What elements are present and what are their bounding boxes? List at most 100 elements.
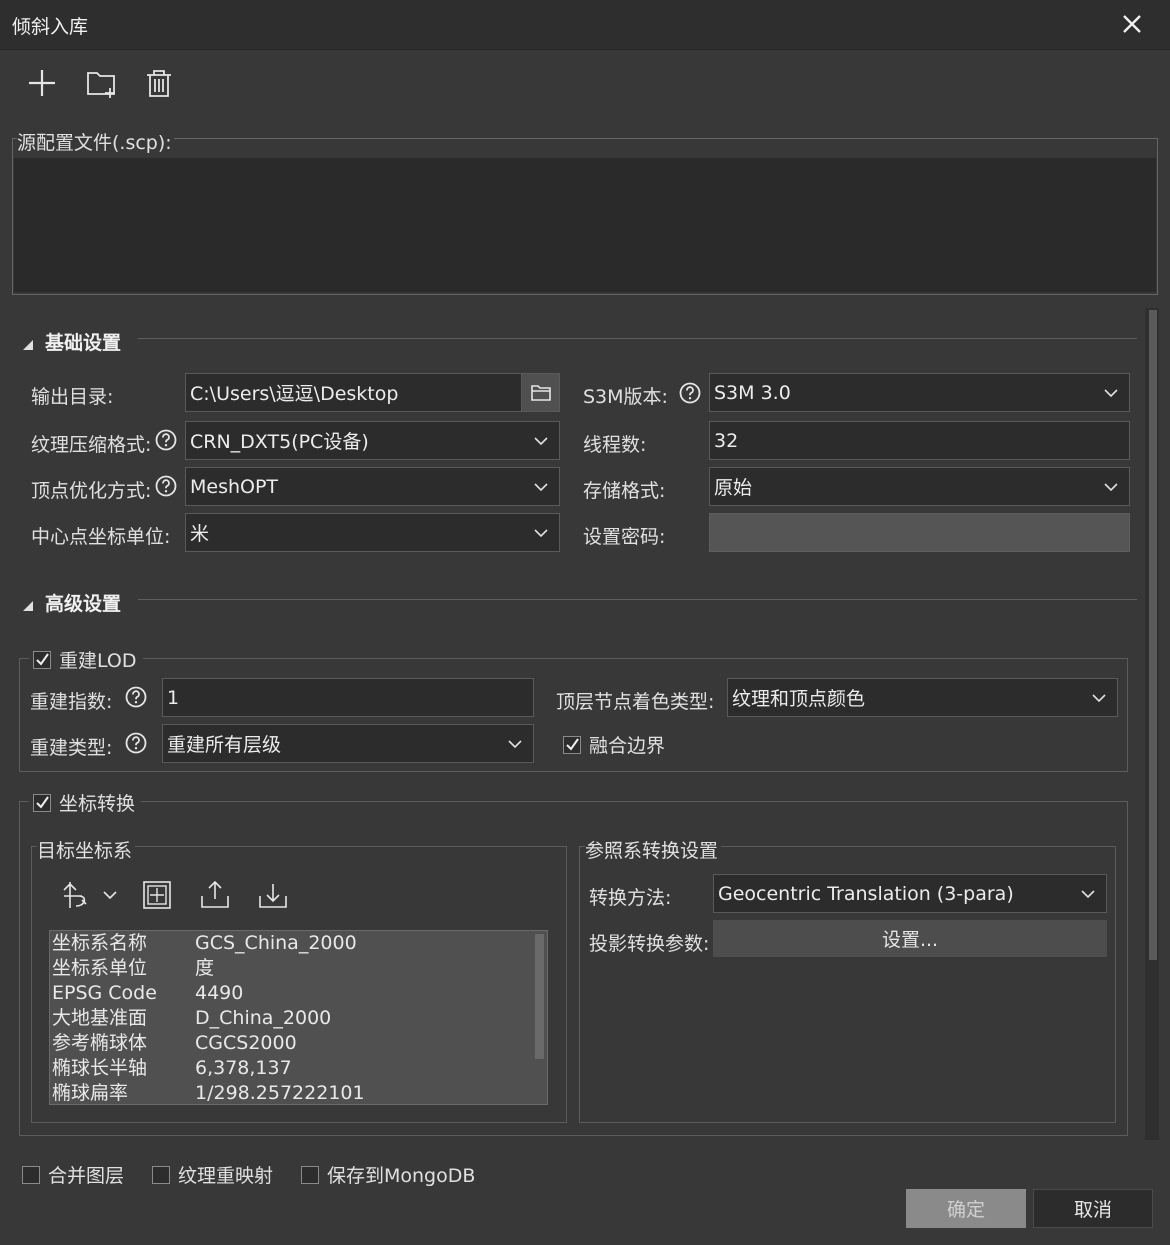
rebuild-index-input[interactable]: 1 bbox=[162, 678, 534, 717]
browse-folder-button[interactable] bbox=[521, 373, 560, 412]
texture-remap-checkbox[interactable] bbox=[152, 1165, 170, 1184]
texture-compression-label: 纹理压缩格式: bbox=[31, 434, 152, 456]
chevron-down-icon bbox=[1092, 693, 1106, 702]
chevron-down-icon bbox=[1104, 482, 1118, 491]
password-label: 设置密码: bbox=[583, 526, 666, 548]
plus-icon[interactable] bbox=[25, 66, 59, 100]
coordinate-system-dropdown-icon[interactable] bbox=[60, 878, 120, 912]
cs-property-key: 坐标系名称 bbox=[52, 932, 148, 954]
trash-icon[interactable] bbox=[142, 66, 176, 100]
merge-border-checkbox[interactable] bbox=[563, 735, 581, 754]
chevron-down-icon bbox=[1081, 889, 1095, 898]
collapse-triangle-icon[interactable] bbox=[22, 595, 34, 611]
divider bbox=[138, 338, 1137, 339]
help-icon[interactable] bbox=[125, 686, 147, 708]
divider bbox=[138, 599, 1137, 600]
proj-params-label: 投影转换参数: bbox=[589, 933, 710, 955]
coordinate-properties-icon[interactable] bbox=[140, 878, 174, 912]
output-dir-label: 输出目录: bbox=[31, 386, 114, 408]
merge-border-label: 融合边界 bbox=[589, 735, 666, 757]
source-config-list[interactable] bbox=[14, 158, 1156, 292]
rebuild-type-label: 重建类型: bbox=[30, 737, 113, 759]
chevron-down-icon bbox=[534, 482, 548, 491]
cs-property-row[interactable]: 参考椭球体 CGCS2000 bbox=[50, 1031, 547, 1056]
center-unit-select[interactable]: 米 bbox=[185, 513, 560, 552]
top-node-color-label: 顶层节点着色类型: bbox=[556, 691, 715, 713]
scrollbar-thumb[interactable] bbox=[1149, 310, 1157, 960]
help-icon[interactable] bbox=[125, 732, 147, 754]
cs-property-value: D_China_2000 bbox=[195, 1007, 332, 1029]
merge-layers-label: 合并图层 bbox=[48, 1165, 125, 1187]
cs-property-key: 椭球长半轴 bbox=[52, 1057, 148, 1079]
export-icon[interactable] bbox=[198, 878, 232, 912]
cs-property-key: 大地基准面 bbox=[52, 1007, 148, 1029]
vertex-optimization-select[interactable]: MeshOPT bbox=[185, 467, 560, 506]
texture-remap-label: 纹理重映射 bbox=[178, 1165, 274, 1187]
cs-property-row[interactable]: 椭球长半轴 6,378,137 bbox=[50, 1056, 547, 1081]
output-dir-input[interactable]: C:\Users\逗逗\Desktop bbox=[185, 373, 522, 412]
cs-property-key: 坐标系单位 bbox=[52, 957, 148, 979]
coord-transform-checkbox[interactable] bbox=[33, 793, 51, 812]
ok-button[interactable]: 确定 bbox=[906, 1189, 1026, 1228]
cs-property-value: GCS_China_2000 bbox=[195, 932, 357, 954]
s3m-version-select[interactable]: S3M 3.0 bbox=[709, 373, 1130, 412]
cs-properties-list[interactable]: 坐标系名称 GCS_China_2000 坐标系单位度 EPSG Code 4490 大地… bbox=[49, 930, 548, 1105]
cs-property-key: 参考椭球体 bbox=[52, 1032, 148, 1054]
window-title: 倾斜入库 bbox=[12, 16, 89, 38]
cs-property-value: CGCS2000 bbox=[195, 1032, 297, 1054]
proj-params-button[interactable]: 设置... bbox=[713, 920, 1107, 957]
advanced-settings-header[interactable]: 高级设置 bbox=[45, 589, 121, 616]
cs-property-row[interactable]: 坐标系单位 度 bbox=[50, 956, 547, 981]
rebuild-lod-label: 重建LOD bbox=[59, 650, 137, 672]
cs-property-key: EPSG Code bbox=[52, 982, 157, 1004]
rebuild-lod-checkbox[interactable] bbox=[33, 650, 51, 669]
cs-property-value: 6,378,137 bbox=[195, 1057, 292, 1079]
chevron-down-icon bbox=[534, 436, 548, 445]
thread-count-input[interactable]: 32 bbox=[709, 421, 1130, 460]
center-unit-label: 中心点坐标单位: bbox=[31, 526, 171, 548]
texture-compression-select[interactable]: CRN_DXT5(PC设备) bbox=[185, 421, 560, 460]
import-icon[interactable] bbox=[256, 878, 290, 912]
password-input[interactable] bbox=[709, 513, 1130, 552]
save-mongodb-checkbox[interactable] bbox=[301, 1165, 319, 1184]
help-icon[interactable] bbox=[155, 475, 177, 497]
cs-property-row[interactable]: 坐标系名称 GCS_China_2000 bbox=[50, 931, 547, 956]
s3m-version-label: S3M版本: bbox=[583, 386, 668, 408]
source-config-label: 源配置文件(.scp): bbox=[17, 128, 174, 155]
transform-method-select[interactable]: Geocentric Translation (3-para) bbox=[713, 874, 1107, 913]
thread-count-label: 线程数: bbox=[583, 434, 647, 456]
cancel-button[interactable]: 取消 bbox=[1033, 1189, 1153, 1228]
rebuild-index-label: 重建指数: bbox=[30, 691, 113, 713]
cs-property-row[interactable]: EPSG Code 4490 bbox=[50, 981, 547, 1006]
close-icon[interactable] bbox=[1120, 12, 1144, 36]
add-folder-icon[interactable] bbox=[84, 66, 118, 100]
cs-property-value: 4490 bbox=[195, 982, 244, 1004]
ref-transform-label: 参照系转换设置 bbox=[585, 836, 722, 863]
cs-property-row[interactable]: 椭球扁率 1/298.257222101 bbox=[50, 1081, 547, 1104]
merge-layers-checkbox[interactable] bbox=[22, 1165, 40, 1184]
cs-property-row[interactable]: 大地基准面 D_China_2000 bbox=[50, 1006, 547, 1031]
texture-remap-wrap[interactable]: 纹理重映射 bbox=[152, 1161, 273, 1188]
cs-property-value: 度 bbox=[195, 957, 215, 979]
transform-method-label: 转换方法: bbox=[589, 887, 672, 909]
cs-property-key: 椭球扁率 bbox=[52, 1082, 129, 1104]
chevron-down-icon bbox=[534, 528, 548, 537]
storage-format-select[interactable]: 原始 bbox=[709, 467, 1130, 506]
merge-layers-wrap[interactable]: 合并图层 bbox=[22, 1161, 124, 1188]
vertex-optimization-label: 顶点优化方式: bbox=[31, 480, 152, 502]
merge-border-wrap[interactable]: 融合边界 bbox=[563, 731, 665, 758]
collapse-triangle-icon[interactable] bbox=[22, 334, 34, 350]
coord-transform-checkbox-wrap[interactable]: 坐标转换 bbox=[29, 789, 142, 816]
rebuild-type-select[interactable]: 重建所有层级 bbox=[162, 724, 534, 763]
basic-settings-header[interactable]: 基础设置 bbox=[45, 328, 121, 355]
help-icon[interactable] bbox=[679, 382, 701, 404]
chevron-down-icon bbox=[1104, 388, 1118, 397]
save-mongodb-wrap[interactable]: 保存到MongoDB bbox=[301, 1161, 475, 1188]
rebuild-lod-checkbox-wrap[interactable]: 重建LOD bbox=[29, 646, 143, 673]
save-mongodb-label: 保存到MongoDB bbox=[327, 1165, 476, 1187]
chevron-down-icon bbox=[508, 739, 522, 748]
target-cs-label: 目标坐标系 bbox=[37, 836, 136, 863]
help-icon[interactable] bbox=[155, 429, 177, 451]
top-node-color-select[interactable]: 纹理和顶点颜色 bbox=[727, 678, 1118, 717]
list-scrollbar-thumb[interactable] bbox=[535, 934, 544, 1059]
